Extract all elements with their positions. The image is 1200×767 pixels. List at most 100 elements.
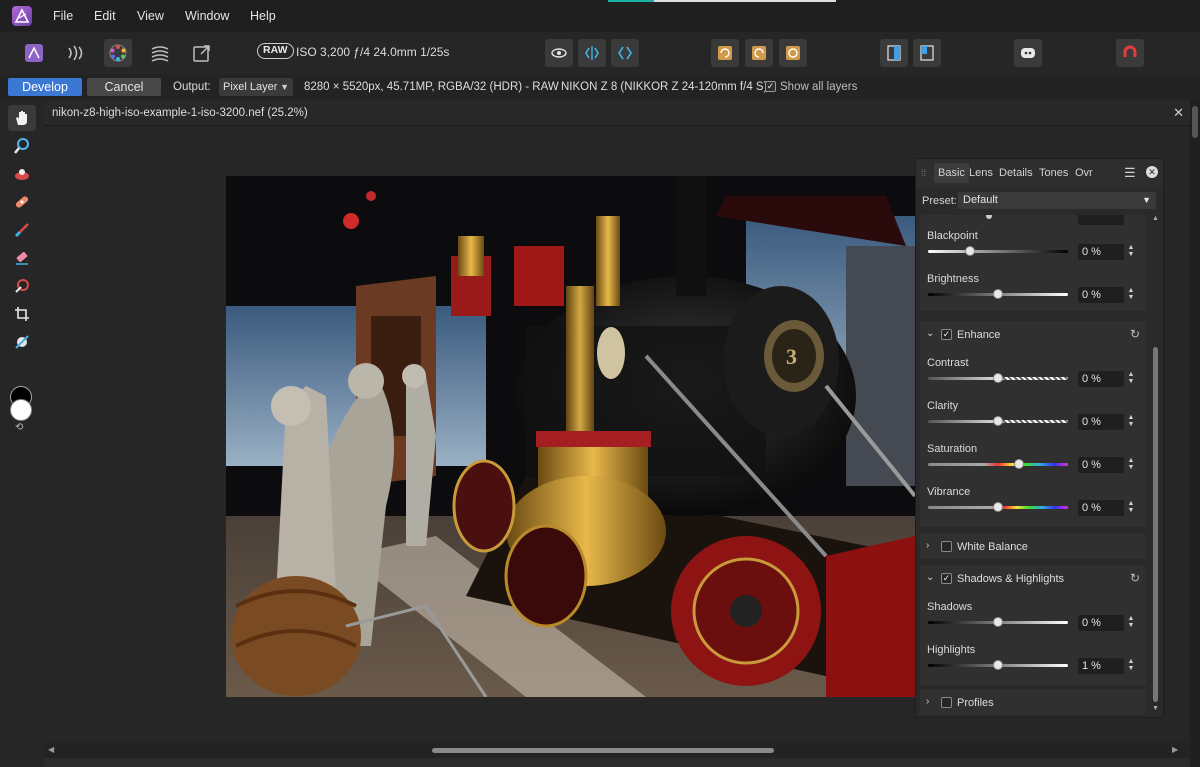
panel-scrollbar[interactable]: ▲ ▼	[1152, 215, 1160, 715]
view-mode-mirror-icon[interactable]	[611, 39, 639, 67]
preset-select[interactable]: Default ▼	[958, 192, 1156, 209]
shadows-highlights-checkbox[interactable]: ✓	[941, 573, 952, 584]
panel-scrollbar-thumb[interactable]	[1153, 347, 1158, 702]
zoom-tool-icon[interactable]	[8, 133, 36, 159]
vibrance-slider[interactable]	[928, 502, 1068, 512]
overlay-paint-tool-icon[interactable]	[8, 217, 36, 243]
menu-file[interactable]: File	[53, 9, 73, 23]
vibrance-value[interactable]: 0 %	[1078, 500, 1124, 516]
grip-icon[interactable]: ⁞⁞	[921, 168, 926, 178]
blemish-removal-tool-icon[interactable]	[8, 189, 36, 215]
contrast-slider[interactable]	[928, 373, 1068, 383]
swap-colors-icon[interactable]: ⟲	[15, 422, 23, 433]
white-balance-header[interactable]: › White Balance	[920, 533, 1146, 559]
highlights-value[interactable]: 1 %	[1078, 658, 1124, 674]
slider-thumb[interactable]	[1014, 459, 1024, 469]
assistant-icon[interactable]	[1014, 39, 1042, 67]
tab-lens[interactable]: Lens	[969, 167, 993, 179]
menu-window[interactable]: Window	[185, 9, 229, 23]
saturation-slider[interactable]	[928, 459, 1068, 469]
slider-thumb[interactable]	[965, 246, 975, 256]
scroll-down-icon[interactable]: ▼	[1152, 705, 1159, 712]
reset-icon[interactable]: ↻	[1130, 327, 1140, 341]
stepper-icon[interactable]: ▲ ▼	[1126, 457, 1136, 473]
saturation-value[interactable]: 0 %	[1078, 457, 1124, 473]
enhance-checkbox[interactable]: ✓	[941, 329, 952, 340]
chevron-right-icon[interactable]: ›	[926, 696, 929, 707]
hand-tool-icon[interactable]	[8, 105, 36, 131]
shadows-slider[interactable]	[928, 617, 1068, 627]
clipping-highlights-icon[interactable]	[913, 39, 941, 67]
output-select[interactable]: Pixel Layer ▼	[219, 78, 293, 96]
panel-close-icon[interactable]: ✕	[1146, 166, 1158, 178]
primary-color-swatch[interactable]	[10, 399, 32, 421]
clarity-value[interactable]: 0 %	[1078, 414, 1124, 430]
view-mode-single-icon[interactable]	[545, 39, 573, 67]
chevron-right-icon[interactable]: ›	[926, 540, 929, 551]
document-tab[interactable]: nikon-z8-high-iso-example-1-iso-3200.nef…	[44, 100, 1190, 126]
slider-thumb[interactable]	[993, 617, 1003, 627]
shadows-highlights-header[interactable]: ⌄ ✓ Shadows & Highlights ↻	[920, 565, 1146, 591]
develop-persona-icon[interactable]	[104, 39, 132, 67]
enhance-header[interactable]: ⌄ ✓ Enhance ↻	[920, 321, 1146, 347]
reset-icon[interactable]: ↻	[1130, 571, 1140, 585]
menu-edit[interactable]: Edit	[94, 9, 116, 23]
develop-button[interactable]: Develop	[8, 78, 82, 96]
show-all-layers-checkbox[interactable]: ✓	[765, 81, 776, 92]
stepper-icon[interactable]: ▲ ▼	[1126, 244, 1136, 260]
scroll-right-icon[interactable]: ▶	[1172, 745, 1178, 754]
tab-tones[interactable]: Tones	[1039, 167, 1068, 179]
slider-thumb[interactable]	[993, 416, 1003, 426]
blackpoint-value[interactable]: 0 %	[1078, 244, 1124, 260]
stepper-icon[interactable]: ▲ ▼	[1126, 658, 1136, 674]
photo-persona-icon[interactable]	[20, 39, 48, 67]
crop-tool-icon[interactable]	[8, 301, 36, 327]
white-balance-checkbox[interactable]	[941, 541, 952, 552]
snapping-magnet-icon[interactable]	[1116, 39, 1144, 67]
tab-basic[interactable]: Basic	[934, 163, 969, 183]
liquify-persona-icon[interactable]	[62, 39, 90, 67]
tab-details[interactable]: Details	[999, 167, 1033, 179]
menu-view[interactable]: View	[137, 9, 164, 23]
slider-thumb[interactable]	[993, 289, 1003, 299]
rotate-left-icon[interactable]	[711, 39, 739, 67]
overlay-gradient-tool-icon[interactable]	[8, 273, 36, 299]
close-icon[interactable]: ✕	[1173, 105, 1184, 121]
slider-thumb[interactable]	[993, 373, 1003, 383]
highlights-slider[interactable]	[928, 660, 1068, 670]
brightness-value[interactable]: 0 %	[1078, 287, 1124, 303]
view-mode-split-icon[interactable]	[578, 39, 606, 67]
stepper-icon[interactable]: ▲ ▼	[1126, 371, 1136, 387]
slider-thumb[interactable]	[993, 502, 1003, 512]
overlay-erase-tool-icon[interactable]	[8, 245, 36, 271]
scroll-up-icon[interactable]: ▲	[1152, 215, 1159, 222]
profiles-checkbox[interactable]	[941, 697, 952, 708]
vertical-scrollbar[interactable]	[1190, 100, 1200, 767]
rotate-right-icon[interactable]	[745, 39, 773, 67]
vertical-scrollbar-thumb[interactable]	[1192, 106, 1198, 138]
contrast-value[interactable]: 0 %	[1078, 371, 1124, 387]
chevron-down-icon[interactable]: ⌄	[926, 572, 934, 583]
tone-mapping-persona-icon[interactable]	[146, 39, 174, 67]
stepper-icon[interactable]: ▲ ▼	[1126, 500, 1136, 516]
clarity-slider[interactable]	[928, 416, 1068, 426]
reset-rotation-icon[interactable]	[779, 39, 807, 67]
export-persona-icon[interactable]	[188, 39, 216, 67]
menu-help[interactable]: Help	[250, 9, 276, 23]
stepper-icon[interactable]: ▲ ▼	[1126, 615, 1136, 631]
chevron-down-icon[interactable]: ⌄	[926, 328, 934, 339]
blackpoint-slider[interactable]	[928, 246, 1068, 256]
brightness-slider[interactable]	[928, 289, 1068, 299]
white-balance-tool-icon[interactable]	[8, 329, 36, 355]
scroll-left-icon[interactable]: ◀	[48, 745, 54, 754]
horizontal-scrollbar[interactable]: ◀ ▶	[44, 742, 1190, 758]
clipping-shadows-icon[interactable]	[880, 39, 908, 67]
red-eye-tool-icon[interactable]	[8, 161, 36, 187]
panel-menu-icon[interactable]: ☰	[1124, 165, 1136, 181]
tab-overlays[interactable]: Ovr	[1075, 167, 1093, 179]
profiles-header[interactable]: › Profiles	[920, 689, 1146, 715]
shadows-value[interactable]: 0 %	[1078, 615, 1124, 631]
cancel-button[interactable]: Cancel	[87, 78, 161, 96]
horizontal-scrollbar-thumb[interactable]	[432, 748, 774, 753]
slider-thumb[interactable]	[993, 660, 1003, 670]
